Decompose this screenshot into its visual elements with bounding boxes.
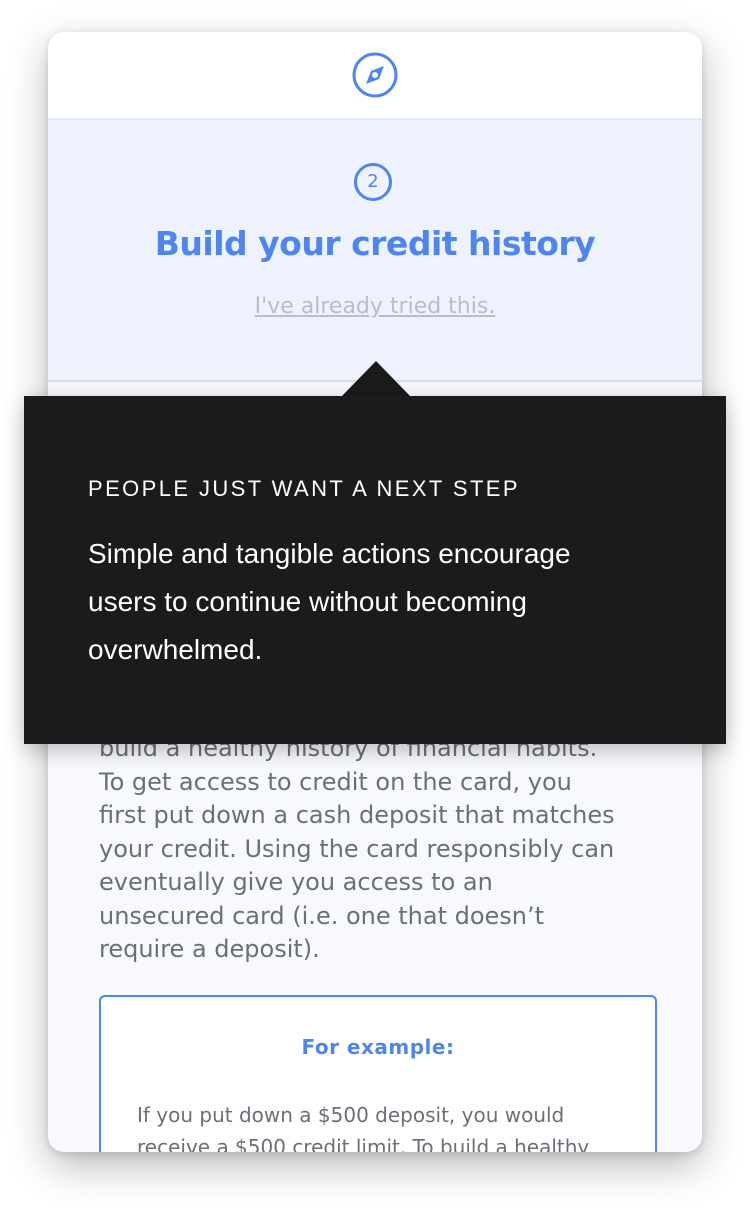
compass-icon	[352, 52, 398, 98]
tooltip-heading: PEOPLE JUST WANT A NEXT STEP	[88, 476, 520, 501]
annotation-tooltip: PEOPLE JUST WANT A NEXT STEP Simple and …	[24, 396, 726, 744]
tooltip-arrow	[341, 361, 411, 397]
tooltip-line: overwhelmed.	[88, 634, 263, 665]
tooltip-line: Simple and tangible actions encourage	[88, 538, 571, 569]
example-text: If you put down a $500 deposit, you woul…	[137, 1099, 627, 1152]
step-description: build a healthy history of financial hab…	[99, 732, 659, 967]
description-line: your credit. Using the card responsibly …	[99, 834, 615, 863]
already-tried-link[interactable]: I've already tried this.	[48, 290, 702, 324]
example-line: receive a $500 credit limit. To build a …	[137, 1135, 590, 1152]
tooltip-line: users to continue without becoming	[88, 586, 527, 617]
example-box: For example: If you put down a $500 depo…	[99, 995, 657, 1152]
description-line: first put down a cash deposit that match…	[99, 801, 615, 829]
tooltip-body: Simple and tangible actions encourage us…	[88, 530, 648, 674]
description-line: To get access to credit on the card, you	[99, 767, 572, 796]
description-line: require a deposit).	[99, 935, 320, 963]
example-line: If you put down a $500 deposit, you woul…	[137, 1103, 565, 1127]
step-number-badge: 2	[354, 163, 392, 201]
description-line: eventually give you access to an	[99, 868, 493, 896]
example-title: For example:	[301, 1035, 455, 1059]
description-line: unsecured card (i.e. one that doesn’t	[99, 901, 545, 930]
card-header	[48, 32, 702, 120]
step-title: Build your credit history	[154, 224, 596, 263]
